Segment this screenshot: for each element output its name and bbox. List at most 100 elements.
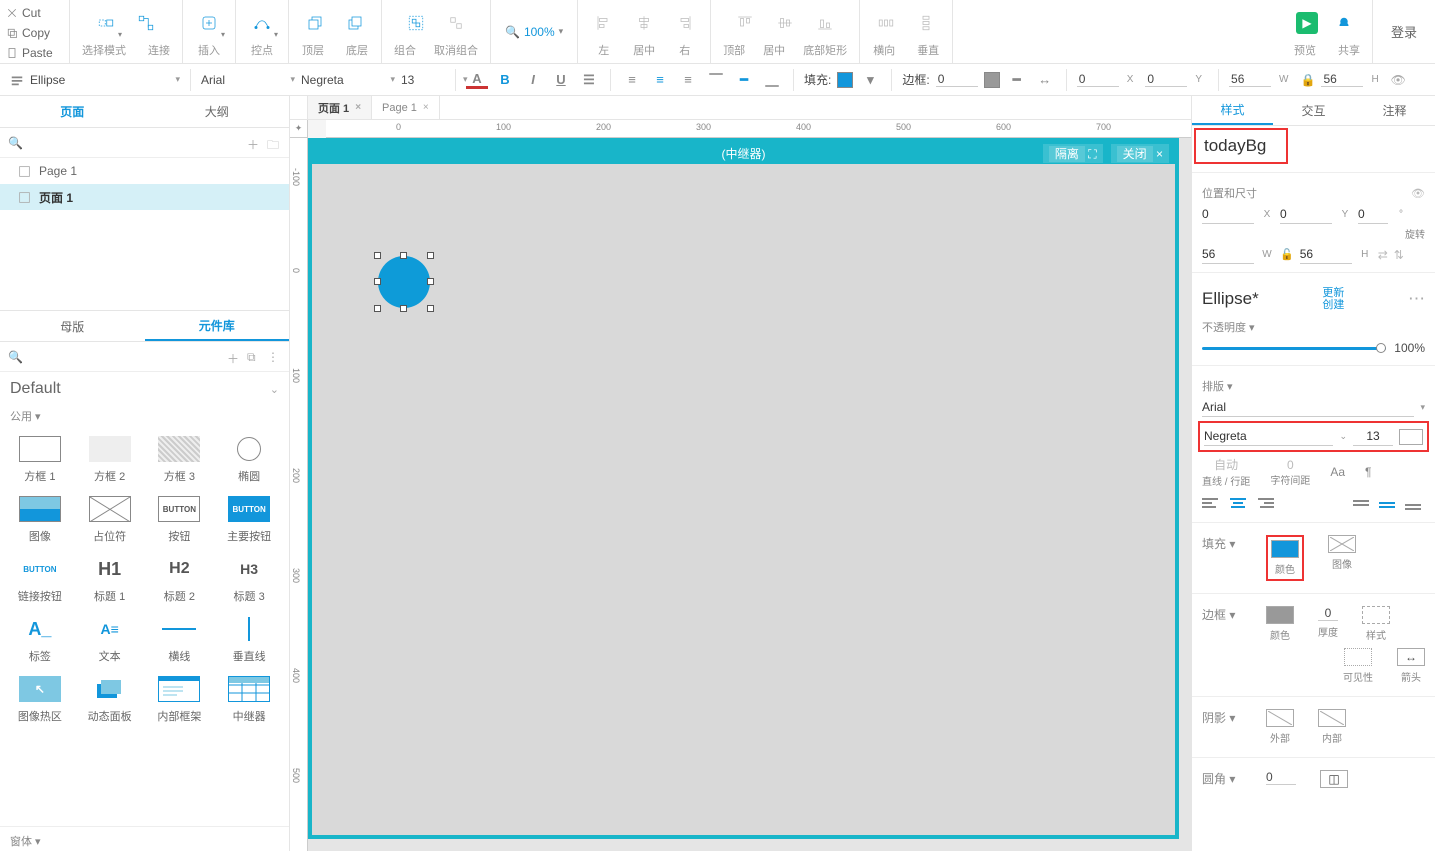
line-style-button[interactable]: ━ (1006, 69, 1028, 91)
text-align-center[interactable] (1228, 494, 1248, 512)
selected-ellipse[interactable] (374, 252, 434, 312)
lock-icon[interactable]: 🔓 (1280, 248, 1294, 261)
add-icon[interactable]: ＋ (227, 350, 241, 364)
points-button[interactable]: ▾ (248, 9, 276, 37)
border-visibility[interactable] (1344, 648, 1372, 666)
templates-icon[interactable]: ⧉ (247, 350, 261, 364)
ungroup-button[interactable] (442, 9, 470, 37)
fill-more-button[interactable]: ▾ (859, 69, 881, 91)
shadow-inner[interactable] (1318, 709, 1346, 727)
canvas-tab[interactable]: 页面 1× (308, 96, 372, 119)
fill-color-swatch[interactable] (1271, 540, 1299, 558)
x-input[interactable] (1202, 205, 1254, 224)
visibility-icon[interactable]: 👁 (1391, 73, 1406, 87)
close-button[interactable]: 关闭 × (1111, 144, 1169, 163)
shape-type-dropdown[interactable]: Ellipse ▾ (10, 68, 180, 92)
valign-top[interactable] (1353, 494, 1373, 512)
valign-bot[interactable] (1405, 494, 1425, 512)
shape-h1[interactable]: H1标题 1 (76, 552, 144, 608)
tab-pages[interactable]: 页面 (0, 96, 145, 127)
shape-image[interactable]: 图像 (6, 492, 74, 548)
size-input[interactable] (1353, 427, 1393, 446)
w-input[interactable]: 56 (1229, 72, 1271, 87)
library-category-forms[interactable]: 窗体 ▾ (0, 826, 289, 851)
align-top-button[interactable] (731, 9, 759, 37)
shape-box3[interactable]: 方框 3 (146, 432, 214, 488)
align-left-text-button[interactable]: ≡ (621, 69, 643, 91)
shape-dpanel[interactable]: 动态面板 (76, 672, 144, 728)
tab-outline[interactable]: 大纲 (145, 96, 290, 127)
dist-v-button[interactable] (912, 9, 940, 37)
weight-dropdown[interactable] (1204, 427, 1333, 446)
corner-radius-input[interactable]: 0 (1266, 770, 1296, 785)
page-search-input[interactable] (28, 136, 241, 150)
canvas-tab[interactable]: Page 1× (372, 96, 440, 119)
valign-mid[interactable] (1379, 494, 1399, 512)
border-swatch[interactable] (984, 72, 1000, 88)
shape-placeholder[interactable]: 占位符 (76, 492, 144, 548)
tab-notes[interactable]: 注释 (1354, 96, 1435, 125)
update-style-button[interactable]: 更新 (1322, 287, 1344, 299)
arrow-style-button[interactable]: ↔ (1034, 69, 1056, 91)
fill-swatch[interactable] (837, 72, 853, 88)
style-more-icon[interactable]: ⋯ (1408, 289, 1425, 309)
create-style-button[interactable]: 创建 (1322, 299, 1344, 311)
shape-h2[interactable]: H2标题 2 (146, 552, 214, 608)
align-left-button[interactable] (590, 9, 618, 37)
isolate-button[interactable]: 隔离 ⛶ (1043, 144, 1103, 163)
shape-box2[interactable]: 方框 2 (76, 432, 144, 488)
shape-box1[interactable]: 方框 1 (6, 432, 74, 488)
shadow-outer[interactable] (1266, 709, 1294, 727)
shape-text[interactable]: A≡文本 (76, 612, 144, 668)
folder-icon[interactable]: 🗀 (267, 136, 281, 150)
align-right-text-button[interactable]: ≡ (677, 69, 699, 91)
text-color-swatch[interactable] (1399, 429, 1423, 445)
shape-link-button[interactable]: BUTTON链接按钮 (6, 552, 74, 608)
border-style-swatch[interactable] (1362, 606, 1390, 624)
shape-vline[interactable]: 垂直线 (215, 612, 283, 668)
border-arrows[interactable]: ↔ (1397, 648, 1425, 666)
fill-image-swatch[interactable] (1328, 535, 1356, 553)
shape-primary-button[interactable]: BUTTON主要按钮 (215, 492, 283, 548)
tab-masters[interactable]: 母版 (0, 311, 145, 341)
dist-h-button[interactable] (872, 9, 900, 37)
share-button[interactable] (1330, 9, 1358, 37)
shape-ellipse[interactable]: 椭圆 (215, 432, 283, 488)
align-vcenter-button[interactable] (771, 9, 799, 37)
login-button[interactable]: 登录 (1372, 0, 1435, 63)
font-dropdown[interactable] (1202, 398, 1414, 417)
send-back-button[interactable] (341, 9, 369, 37)
border-color-swatch[interactable] (1266, 606, 1294, 624)
shape-h3[interactable]: H3标题 3 (215, 552, 283, 608)
text-align-left[interactable] (1202, 494, 1222, 512)
library-category[interactable]: 公用 ▾ (0, 406, 289, 426)
lock-icon[interactable]: 🔒 (1300, 73, 1315, 87)
shape-button[interactable]: BUTTON按钮 (146, 492, 214, 548)
h-input[interactable]: 56 (1321, 72, 1363, 87)
underline-button[interactable]: U (550, 69, 572, 91)
rotation-input[interactable] (1358, 205, 1388, 224)
shape-repeater[interactable]: 中继器 (215, 672, 283, 728)
more-icon[interactable]: ⋮ (267, 350, 281, 364)
valign-mid-button[interactable]: ━ (733, 69, 755, 91)
library-search-input[interactable] (28, 350, 221, 364)
tab-library[interactable]: 元件库 (145, 311, 290, 341)
text-options-icon[interactable]: ¶ (1365, 465, 1371, 479)
select-mode-button[interactable]: ▾ (92, 9, 120, 37)
connect-button[interactable] (132, 9, 160, 37)
corner-options[interactable]: ◫ (1320, 770, 1348, 788)
weight-dropdown[interactable]: Negreta▾ (301, 68, 395, 92)
close-icon[interactable]: × (355, 102, 361, 113)
shape-hotspot[interactable]: ↖图像热区 (6, 672, 74, 728)
align-center-text-button[interactable]: ≡ (649, 69, 671, 91)
w-input[interactable] (1202, 245, 1254, 264)
shape-iframe[interactable]: 内部框架 (146, 672, 214, 728)
shape-style-name[interactable]: Ellipse* (1202, 289, 1259, 309)
italic-button[interactable]: I (522, 69, 544, 91)
size-dropdown[interactable]: 13▾ (401, 68, 445, 92)
visibility-icon[interactable]: 👁 (1411, 187, 1425, 200)
insert-button[interactable]: ▾ (195, 9, 223, 37)
y-input[interactable] (1280, 205, 1332, 224)
text-align-right[interactable] (1254, 494, 1274, 512)
border-width-input[interactable]: 0 (936, 72, 978, 87)
